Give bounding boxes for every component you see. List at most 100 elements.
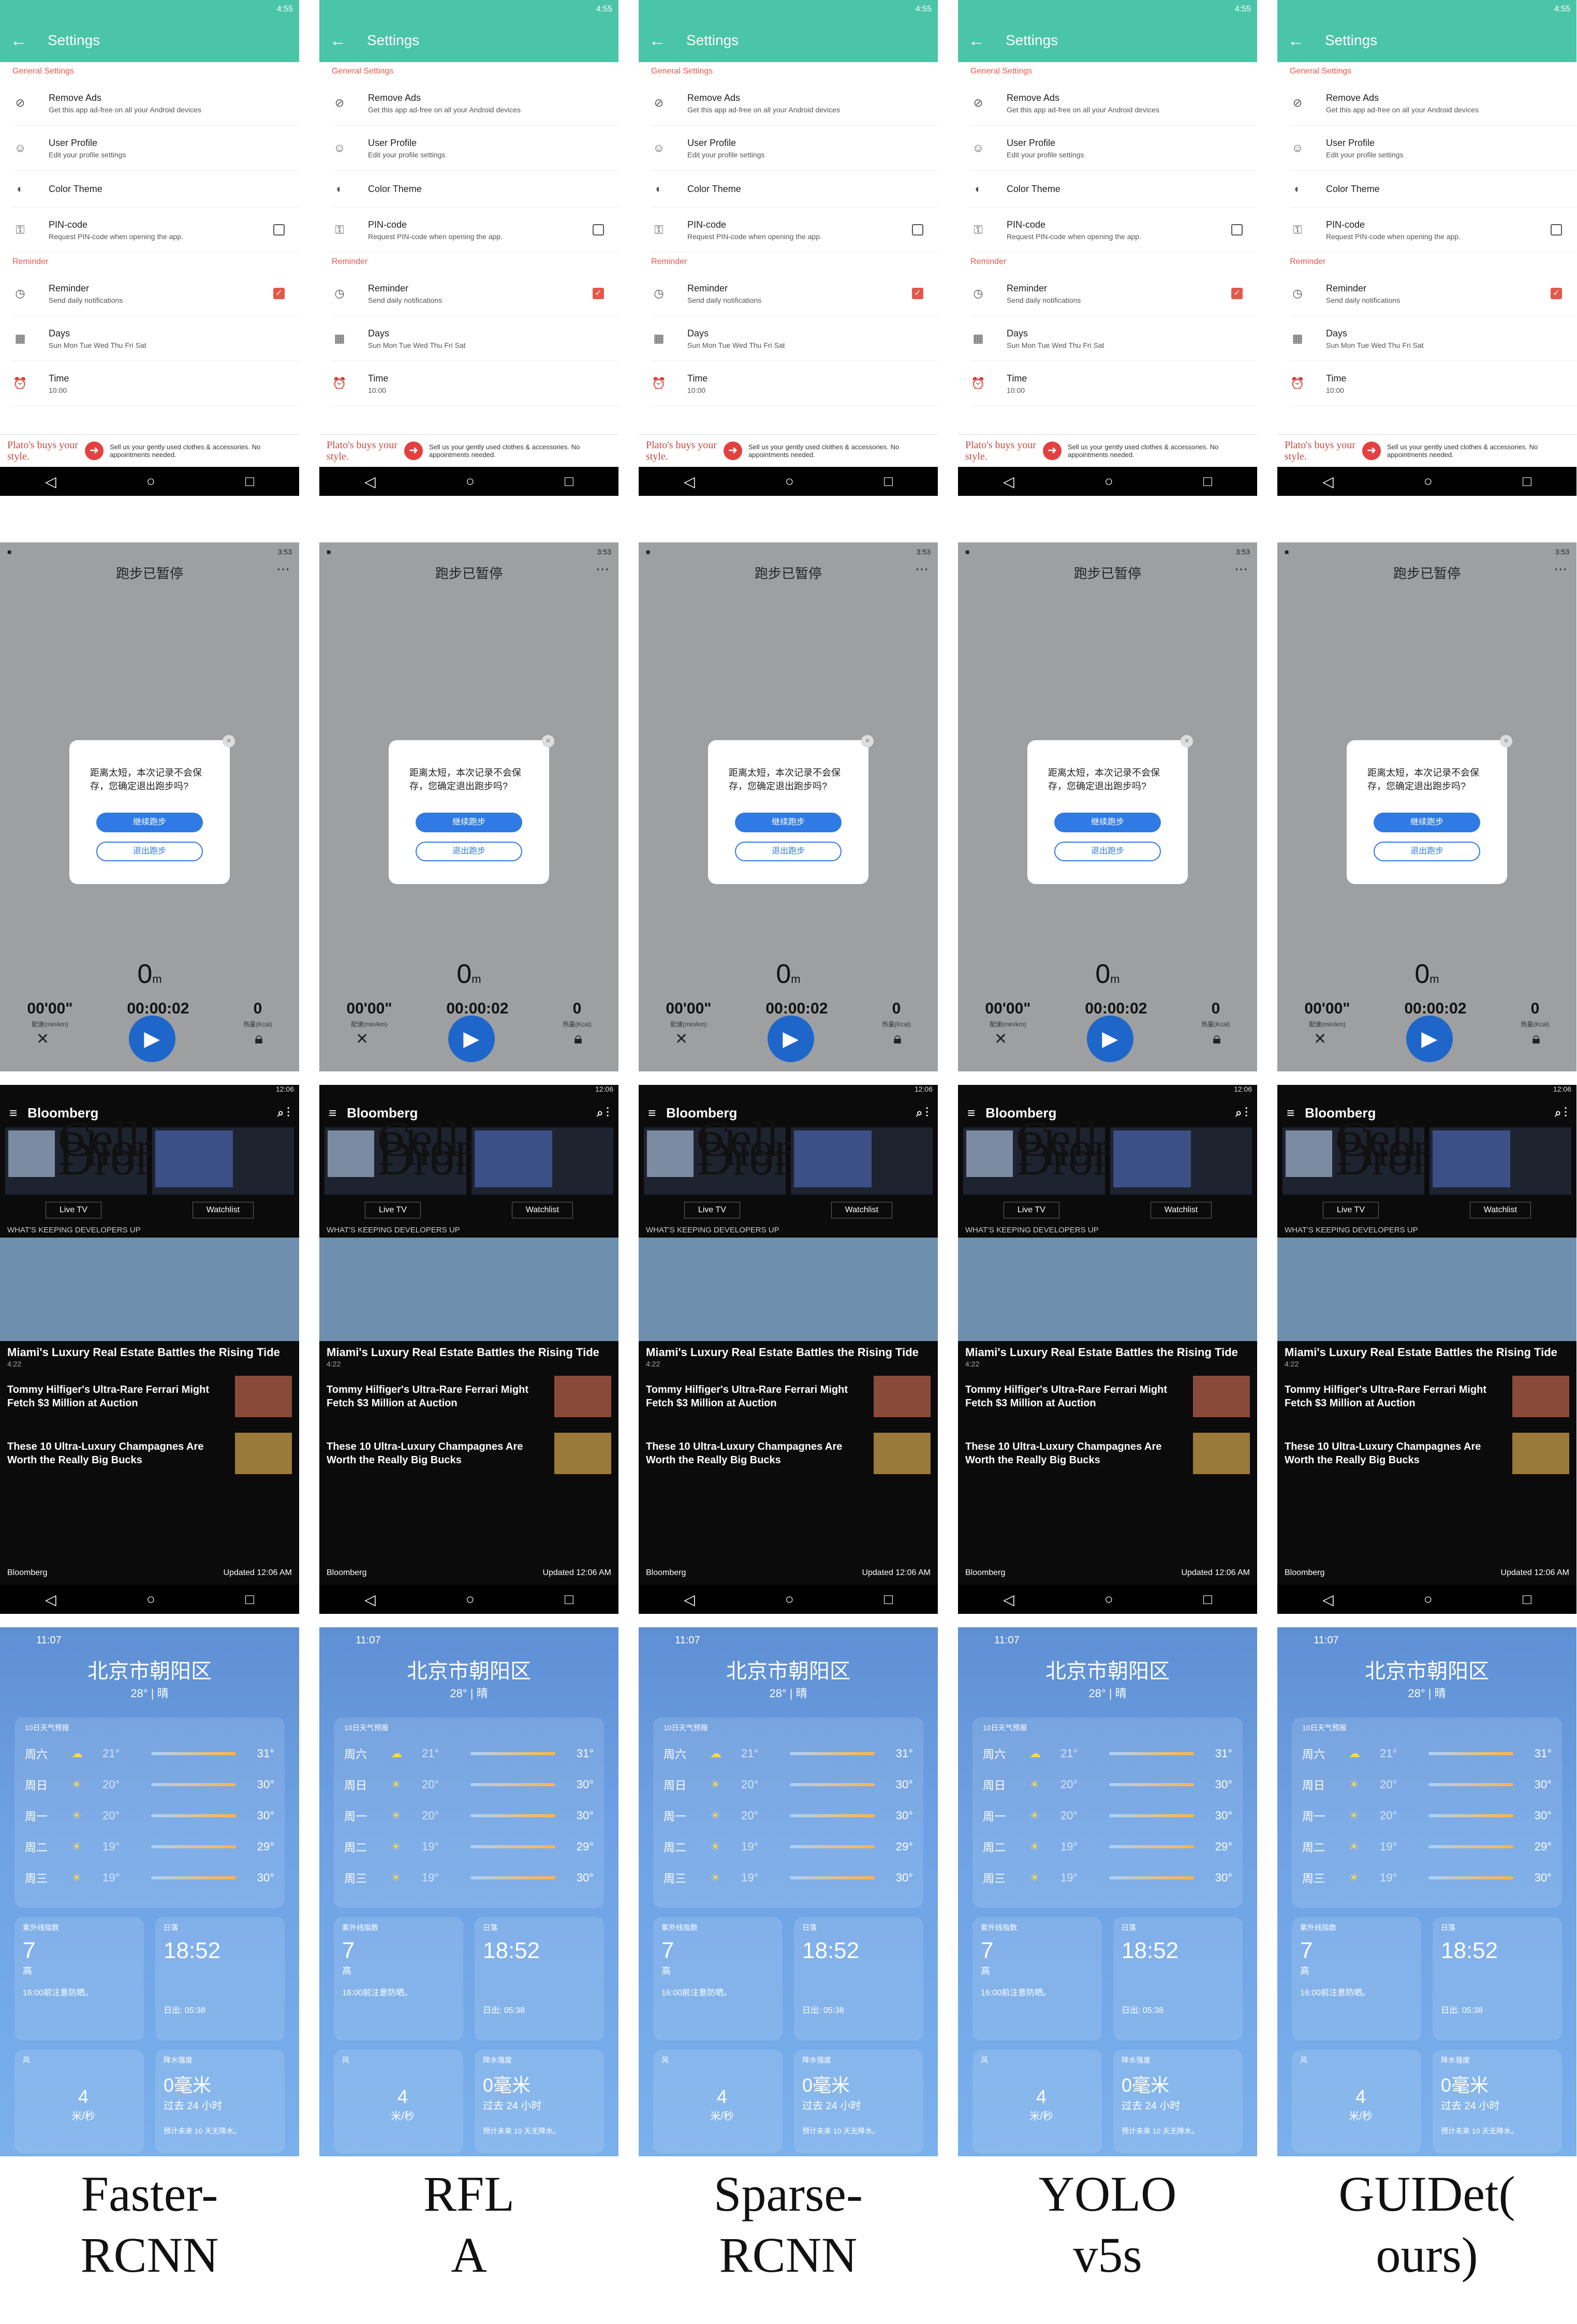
story-item[interactable]: These 10 Ultra-Luxury Champagnes Are Wor… [639, 1425, 938, 1482]
watchlist-button[interactable]: Watchlist [1469, 1202, 1531, 1218]
wind-card[interactable]: 风 4 米/秒 [972, 2050, 1102, 2153]
close-icon[interactable]: × [1181, 735, 1193, 747]
back-arrow-icon[interactable]: ← [10, 31, 27, 50]
back-triangle-icon[interactable]: ◁ [45, 473, 56, 490]
play-button[interactable]: ▶ [128, 1016, 175, 1062]
recents-square-icon[interactable]: □ [245, 1591, 254, 1608]
back-triangle-icon[interactable]: ◁ [364, 1591, 376, 1608]
play-button[interactable]: ▶ [1086, 1016, 1133, 1062]
back-triangle-icon[interactable]: ◁ [1003, 473, 1014, 490]
search-icon[interactable]: ⌕ ⋮ [1235, 1106, 1248, 1120]
watchlist-button[interactable]: Watchlist [831, 1202, 893, 1218]
hero-image[interactable] [958, 1238, 1257, 1341]
more-icon[interactable]: ⋯ [1554, 561, 1567, 577]
setting-remove-ads[interactable]: ⊘ Remove Ads Get this app ad-free on all y… [12, 81, 299, 126]
lock-icon[interactable]: 🔒︎ [255, 1030, 263, 1048]
recents-square-icon[interactable]: □ [1203, 473, 1212, 490]
pin-checkbox[interactable] [273, 224, 285, 236]
stop-x-icon[interactable]: ✕ [675, 1030, 688, 1048]
recents-square-icon[interactable]: □ [884, 473, 893, 490]
setting-pin-code[interactable]: ⚿ PIN-code Request PIN-code when opening t… [1290, 208, 1576, 253]
home-circle-icon[interactable]: ○ [146, 473, 155, 490]
back-arrow-icon[interactable]: ← [1288, 31, 1304, 50]
menu-icon[interactable]: ≡ [1287, 1105, 1294, 1121]
setting-reminder[interactable]: ◷ Reminder Send daily notifications ✓ [1290, 271, 1576, 316]
back-triangle-icon[interactable]: ◁ [684, 473, 695, 490]
reminder-checkbox[interactable]: ✓ [273, 288, 285, 299]
live-tv-button[interactable]: Live TV [1003, 1202, 1059, 1218]
back-triangle-icon[interactable]: ◁ [684, 1591, 695, 1608]
home-circle-icon[interactable]: ○ [785, 1591, 794, 1608]
story-item[interactable]: Tommy Hilfiger's Ultra-Rare Ferrari Migh… [958, 1368, 1257, 1425]
hero-image[interactable] [639, 1238, 938, 1341]
setting-days[interactable]: ▦ Days Sun Mon Tue Wed Thu Fri Sat [12, 316, 299, 361]
story-item[interactable]: These 10 Ultra-Luxury Champagnes Are Wor… [1277, 1425, 1576, 1482]
stop-x-icon[interactable]: ✕ [994, 1030, 1007, 1048]
story-item[interactable]: Tommy Hilfiger's Ultra-Rare Ferrari Migh… [0, 1368, 299, 1425]
uv-card[interactable]: 紫外线指数 7 高 16:00前注意防晒。 [972, 1917, 1102, 2040]
back-arrow-icon[interactable]: ← [330, 31, 346, 50]
recents-square-icon[interactable]: □ [565, 473, 573, 490]
headline[interactable]: Miami's Luxury Real Estate Battles the R… [0, 1341, 299, 1360]
pin-checkbox[interactable] [593, 224, 604, 236]
arrow-right-icon[interactable]: ➜ [1043, 442, 1062, 460]
headline[interactable]: Miami's Luxury Real Estate Battles the R… [319, 1341, 618, 1360]
continue-button[interactable]: 继续跑步 [735, 813, 842, 832]
more-icon[interactable]: ⋯ [276, 561, 290, 577]
video-card[interactable]: Cell Phone Drones [963, 1114, 1159, 1195]
home-circle-icon[interactable]: ○ [1424, 473, 1433, 490]
setting-color-theme[interactable]: ◐ Color Theme [332, 171, 618, 208]
close-icon[interactable]: × [1500, 735, 1512, 747]
setting-days[interactable]: ▦ Days Sun Mon Tue Wed Thu Fri Sat [1290, 316, 1576, 361]
reminder-checkbox[interactable]: ✓ [1551, 288, 1562, 299]
more-icon[interactable]: ⋯ [1234, 561, 1248, 577]
forecast-card[interactable]: 10日天气预报 周六 ☁ 21° 31° 周日 ☀ 20° 30° 周一 ☀ 20° 30° 周二… [972, 1717, 1243, 1908]
home-circle-icon[interactable]: ○ [146, 1591, 155, 1608]
video-card[interactable] [471, 1127, 613, 1195]
story-item[interactable]: These 10 Ultra-Luxury Champagnes Are Wor… [958, 1425, 1257, 1482]
pin-checkbox[interactable] [912, 224, 923, 236]
setting-remove-ads[interactable]: ⊘ Remove Ads Get this app ad-free on all y… [1290, 81, 1576, 126]
headline[interactable]: Miami's Luxury Real Estate Battles the R… [1277, 1341, 1576, 1360]
home-circle-icon[interactable]: ○ [466, 1591, 475, 1608]
live-tv-button[interactable]: Live TV [45, 1202, 101, 1218]
ad-banner[interactable]: Plato's buys your style. ➜ Sell us your ge… [1277, 434, 1576, 467]
close-icon[interactable]: × [223, 735, 235, 747]
video-card[interactable] [152, 1127, 294, 1195]
video-card[interactable]: Cell Phone Drones [1283, 1114, 1479, 1195]
precipitation-card[interactable]: 降水强度 0毫米 过去 24 小时 预计未来 10 天无降水。 [1433, 2050, 1562, 2153]
story-item[interactable]: Tommy Hilfiger's Ultra-Rare Ferrari Migh… [319, 1368, 618, 1425]
setting-time[interactable]: ⏰ Time 10:00 [1290, 361, 1576, 406]
story-item[interactable]: Tommy Hilfiger's Ultra-Rare Ferrari Migh… [639, 1368, 938, 1425]
continue-button[interactable]: 继续跑步 [416, 813, 522, 832]
wind-card[interactable]: 风 4 米/秒 [334, 2050, 463, 2153]
ad-banner[interactable]: Plato's buys your style. ➜ Sell us your ge… [639, 434, 938, 467]
home-circle-icon[interactable]: ○ [1104, 1591, 1113, 1608]
arrow-right-icon[interactable]: ➜ [724, 442, 742, 460]
menu-icon[interactable]: ≡ [967, 1105, 975, 1121]
pin-checkbox[interactable] [1551, 224, 1562, 236]
ad-banner[interactable]: Plato's buys your style. ➜ Sell us your ge… [0, 434, 299, 467]
uv-card[interactable]: 紫外线指数 7 高 16:00前注意防晒。 [334, 1917, 463, 2040]
recents-square-icon[interactable]: □ [1203, 1591, 1212, 1608]
home-circle-icon[interactable]: ○ [1424, 1591, 1433, 1608]
setting-reminder[interactable]: ◷ Reminder Send daily notifications ✓ [651, 271, 938, 316]
menu-icon[interactable]: ≡ [329, 1105, 336, 1121]
sunset-card[interactable]: 日落 18:52 日出: 05:38 [1433, 1917, 1562, 2040]
pin-checkbox[interactable] [1231, 224, 1243, 236]
setting-days[interactable]: ▦ Days Sun Mon Tue Wed Thu Fri Sat [332, 316, 618, 361]
stop-x-icon[interactable]: ✕ [36, 1030, 49, 1048]
sunset-card[interactable]: 日落 18:52 日出: 05:38 [1113, 1917, 1243, 2040]
setting-days[interactable]: ▦ Days Sun Mon Tue Wed Thu Fri Sat [970, 316, 1257, 361]
search-icon[interactable]: ⌕ ⋮ [277, 1106, 290, 1120]
hero-image[interactable] [1277, 1238, 1576, 1341]
video-card[interactable]: Cell Phone Drones [5, 1114, 201, 1195]
setting-user-profile[interactable]: ☺ User Profile Edit your profile settings [651, 126, 938, 171]
setting-time[interactable]: ⏰ Time 10:00 [12, 361, 299, 406]
setting-remove-ads[interactable]: ⊘ Remove Ads Get this app ad-free on all y… [651, 81, 938, 126]
stop-x-icon[interactable]: ✕ [356, 1030, 369, 1048]
hero-image[interactable] [319, 1238, 618, 1341]
live-tv-button[interactable]: Live TV [1322, 1202, 1379, 1218]
setting-color-theme[interactable]: ◐ Color Theme [1290, 171, 1576, 208]
headline[interactable]: Miami's Luxury Real Estate Battles the R… [639, 1341, 938, 1360]
